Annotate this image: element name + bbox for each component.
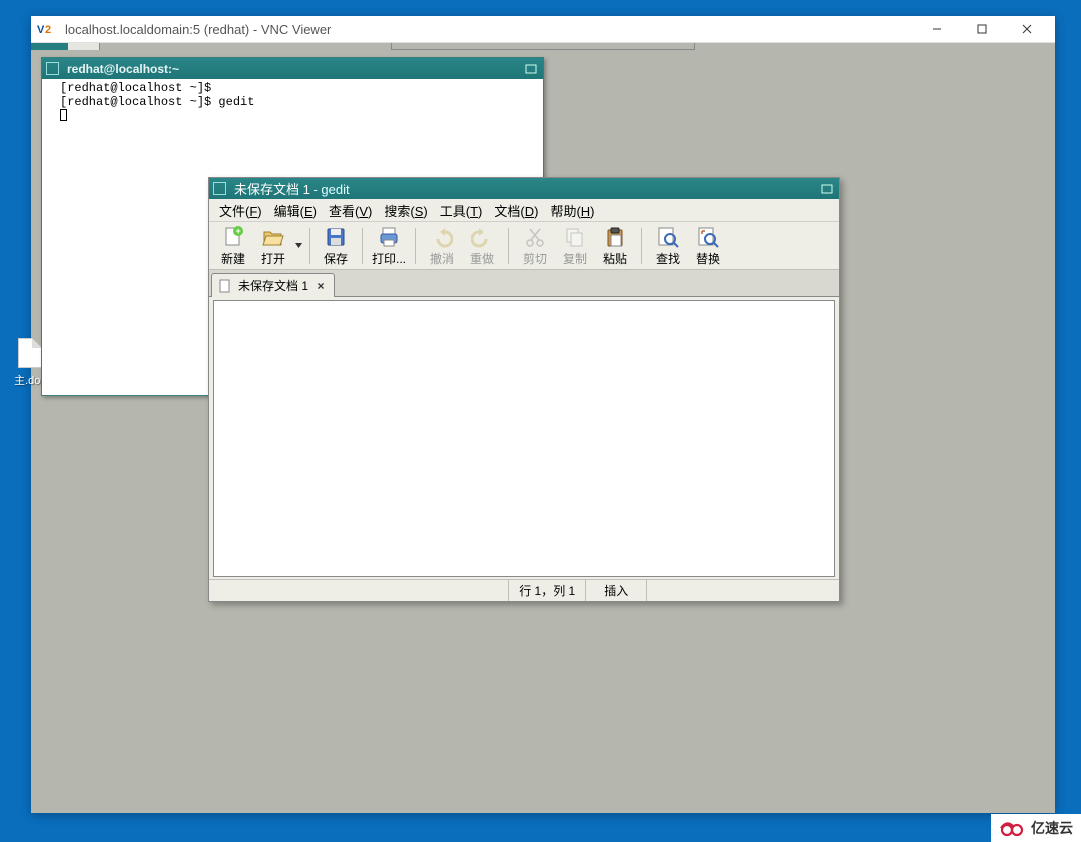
remote-panel-fragment3 — [391, 43, 695, 50]
paste-icon — [603, 225, 627, 249]
maximize-button[interactable] — [959, 16, 1004, 42]
gedit-editor-area[interactable] — [213, 300, 835, 577]
gedit-window-icon — [213, 182, 226, 195]
remote-panel-fragment2 — [68, 43, 100, 50]
save-icon — [324, 225, 348, 249]
gedit-statusbar: 行 1，列 1 插入 — [209, 579, 839, 601]
toolbar-cut-button: 剪切 — [515, 224, 555, 268]
remote-desktop[interactable]: 主.doc redhat@localhost:~ [redhat@localho… — [31, 43, 1055, 813]
toolbar-open-button[interactable]: 打开 — [253, 224, 293, 268]
menu-tools[interactable]: 工具(T) — [434, 199, 489, 222]
find-icon — [656, 225, 680, 249]
toolbar-print-button[interactable]: 打印... — [369, 224, 409, 268]
redo-icon — [470, 225, 494, 249]
gedit-tab[interactable]: 未保存文档 1 × — [211, 273, 335, 297]
toolbar-label: 重做 — [470, 250, 494, 267]
open-folder-icon — [261, 225, 285, 249]
undo-icon — [430, 225, 454, 249]
toolbar-label: 打开 — [261, 250, 285, 267]
terminal-maximize-icon[interactable] — [523, 62, 539, 76]
svg-text:V: V — [37, 24, 45, 36]
terminal-title: redhat@localhost:~ — [67, 62, 521, 76]
toolbar-paste-button[interactable]: 粘贴 — [595, 224, 635, 268]
document-icon — [18, 338, 42, 368]
gedit-titlebar[interactable]: 未保存文档 1 - gedit — [209, 178, 839, 199]
gedit-maximize-icon[interactable] — [819, 182, 835, 196]
watermark-text: 亿速云 — [1031, 818, 1073, 838]
cut-icon — [523, 225, 547, 249]
gedit-title-doc: 未保存文档 1 — [234, 182, 310, 197]
gedit-tabs: 未保存文档 1 × — [209, 270, 839, 297]
remote-panel-fragment — [31, 43, 68, 50]
watermark: 亿速云 — [991, 814, 1081, 842]
toolbar-label: 新建 — [221, 250, 245, 267]
menu-help[interactable]: 帮助(H) — [544, 199, 600, 222]
menu-view[interactable]: 查看(V) — [323, 199, 378, 222]
gedit-tab-label: 未保存文档 1 — [238, 277, 308, 294]
menu-search[interactable]: 搜索(S) — [378, 199, 433, 222]
terminal-titlebar[interactable]: redhat@localhost:~ — [42, 58, 543, 79]
svg-text:2: 2 — [45, 24, 51, 36]
vnc-viewer-window: V2 localhost.localdomain:5 (redhat) - VN… — [31, 16, 1055, 813]
gedit-title-app: - gedit — [310, 182, 350, 197]
toolbar-find-button[interactable]: 查找 — [648, 224, 688, 268]
toolbar-new-button[interactable]: + 新建 — [213, 224, 253, 268]
vnc-titlebar[interactable]: V2 localhost.localdomain:5 (redhat) - VN… — [31, 16, 1055, 43]
toolbar-open-dropdown[interactable] — [293, 224, 303, 268]
toolbar-redo-button: 重做 — [462, 224, 502, 268]
copy-icon — [563, 225, 587, 249]
toolbar-label: 查找 — [656, 250, 680, 267]
gedit-window[interactable]: 未保存文档 1 - gedit 文件(F) 编辑(E) 查看(V) 搜索(S) … — [208, 177, 840, 602]
gedit-toolbar: + 新建 打开 保存 打印... — [209, 222, 839, 270]
toolbar-save-button[interactable]: 保存 — [316, 224, 356, 268]
gedit-menubar: 文件(F) 编辑(E) 查看(V) 搜索(S) 工具(T) 文档(D) 帮助(H… — [209, 199, 839, 222]
terminal-cursor — [60, 109, 67, 121]
new-file-icon: + — [221, 225, 245, 249]
toolbar-label: 打印... — [372, 250, 406, 267]
toolbar-label: 撤消 — [430, 250, 454, 267]
toolbar-label: 替换 — [696, 250, 720, 267]
toolbar-copy-button: 复制 — [555, 224, 595, 268]
svg-text:+: + — [236, 226, 241, 236]
print-icon — [377, 225, 401, 249]
status-insert-mode: 插入 — [586, 580, 647, 601]
vnc-window-controls — [914, 16, 1049, 42]
terminal-icon — [46, 62, 59, 75]
menu-documents[interactable]: 文档(D) — [488, 199, 544, 222]
minimize-button[interactable] — [914, 16, 959, 42]
close-button[interactable] — [1004, 16, 1049, 42]
toolbar-label: 保存 — [324, 250, 348, 267]
menu-edit[interactable]: 编辑(E) — [268, 199, 323, 222]
toolbar-replace-button[interactable]: 替换 — [688, 224, 728, 268]
vnc-logo-icon: V2 — [37, 21, 57, 37]
status-left — [209, 580, 509, 601]
watermark-logo-icon — [999, 819, 1027, 837]
gedit-title: 未保存文档 1 - gedit — [234, 179, 819, 198]
vnc-title: localhost.localdomain:5 (redhat) - VNC V… — [65, 22, 914, 37]
replace-icon — [696, 225, 720, 249]
menu-file[interactable]: 文件(F) — [213, 199, 268, 222]
toolbar-undo-button: 撤消 — [422, 224, 462, 268]
toolbar-label: 粘贴 — [603, 250, 627, 267]
terminal-line: [redhat@localhost ~]$ gedit — [60, 95, 254, 109]
resize-grip[interactable] — [647, 580, 663, 601]
tab-close-icon[interactable]: × — [314, 279, 328, 293]
document-icon — [218, 279, 232, 293]
terminal-line: [redhat@localhost ~]$ — [60, 81, 211, 95]
toolbar-label: 复制 — [563, 250, 587, 267]
status-cursor-pos: 行 1，列 1 — [509, 580, 586, 601]
toolbar-label: 剪切 — [523, 250, 547, 267]
